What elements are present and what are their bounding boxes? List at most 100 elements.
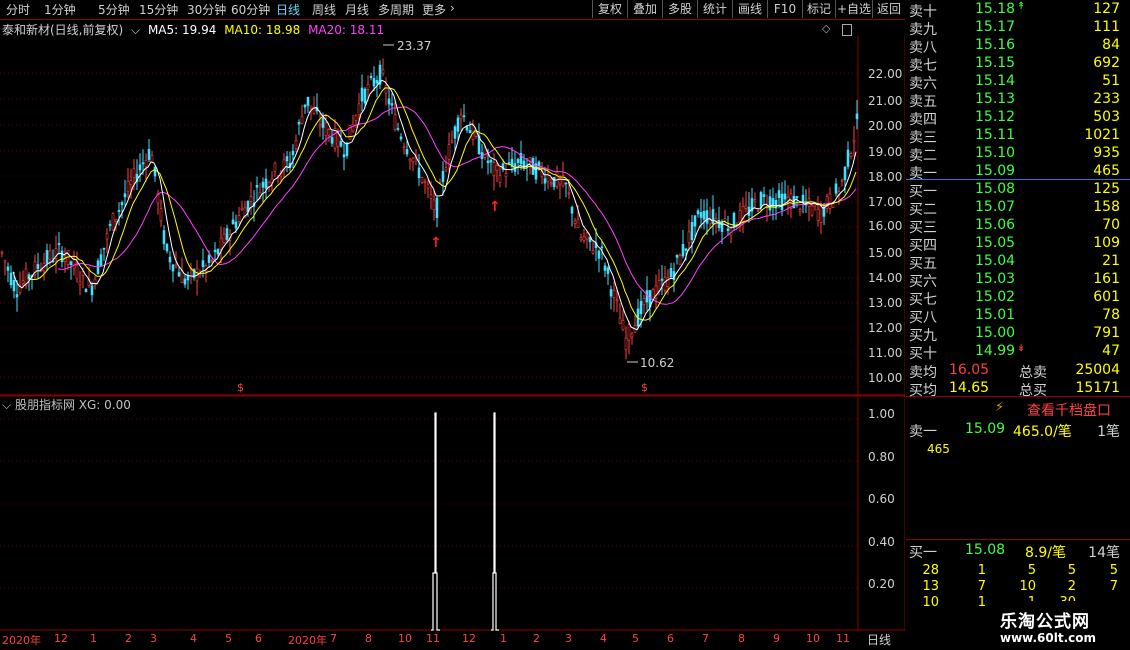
period-tab-more[interactable]: 更多 — [422, 1, 446, 18]
candle-body — [816, 208, 820, 221]
candle-body — [852, 139, 856, 143]
candle-body — [726, 228, 730, 231]
add-watchlist-button[interactable]: +自选 — [835, 0, 872, 18]
level-price: 15.18 — [975, 1, 1016, 17]
kline-chart[interactable]: 23.37 10.62 ↑ ↑ $ $ — [0, 36, 905, 631]
ask-row[interactable]: 卖四 15.12 503 — [909, 109, 1128, 128]
low-label: 10.62 — [640, 356, 674, 370]
f10-button[interactable]: F10 — [767, 0, 802, 18]
x-tick: 1 — [500, 632, 507, 645]
ask-row[interactable]: 卖六 15.14 51 — [909, 73, 1128, 92]
period-tab-multi[interactable]: 多周期 — [378, 1, 414, 18]
ask-row[interactable]: 卖九 15.17 111 — [909, 19, 1128, 38]
queue-cell: 5 — [1067, 563, 1076, 578]
mark-button[interactable]: 标记 — [802, 0, 835, 18]
price-tick: 12.00 — [868, 321, 903, 335]
candle-body — [699, 212, 703, 218]
ask-row[interactable]: 卖十 15.18 127 ↟ — [909, 1, 1128, 20]
candle-body — [333, 128, 337, 149]
candle-body — [372, 78, 376, 87]
period-tab-weekly[interactable]: 周线 — [312, 1, 336, 18]
fuquan-button[interactable]: 复权 — [592, 0, 627, 18]
candle-body — [117, 210, 121, 212]
candle-body — [369, 75, 373, 79]
back-button[interactable]: 返回 — [872, 0, 905, 18]
ask-row[interactable]: 卖三 15.11 1021 — [909, 127, 1128, 146]
candle-body — [237, 215, 241, 222]
candle-body — [174, 264, 178, 268]
bid-row[interactable]: 买九 15.00 791 — [909, 325, 1128, 344]
period-tab-15min[interactable]: 15分钟 — [139, 1, 178, 18]
bid-row[interactable]: 买七 15.02 601 — [909, 289, 1128, 308]
ma5-label: MA5: 19.94 — [147, 23, 217, 37]
indicator-title[interactable]: 股朋指标网 — [15, 398, 75, 412]
level-volume: 1021 — [1084, 127, 1120, 143]
period-tab-30min[interactable]: 30分钟 — [187, 1, 226, 18]
statistics-button[interactable]: 统计 — [697, 0, 732, 18]
period-tab-5min[interactable]: 5分钟 — [98, 1, 130, 18]
candle-body — [330, 137, 334, 144]
chevron-down-icon[interactable]: ⌵ — [131, 23, 140, 37]
candle-body — [123, 193, 127, 198]
multi-stock-button[interactable]: 多股 — [662, 0, 697, 18]
stock-name[interactable]: 泰和新材(日线,前复权) — [2, 23, 123, 37]
draw-line-button[interactable]: 画线 — [732, 0, 767, 18]
bid-row[interactable]: 买四 15.05 109 — [909, 235, 1128, 254]
candle-body — [384, 85, 388, 94]
period-tab-daily[interactable]: 日线 — [276, 1, 300, 18]
candle-body — [249, 196, 253, 202]
chevron-right-icon[interactable]: › — [450, 1, 455, 15]
level-price: 15.10 — [975, 145, 1016, 161]
diamond-icon[interactable]: ◇ — [822, 22, 830, 35]
candle-body — [144, 160, 148, 168]
overlay-button[interactable]: 叠加 — [627, 0, 662, 18]
candle-body — [456, 117, 460, 132]
total-sell: 25004 — [1075, 362, 1120, 378]
period-tab-monthly[interactable]: 月线 — [345, 1, 369, 18]
candle-body — [723, 218, 727, 222]
candle-body — [294, 140, 298, 150]
candle-body — [669, 267, 673, 278]
candle-body — [234, 221, 238, 229]
candle-body — [60, 250, 64, 263]
x-tick: 8 — [365, 632, 372, 645]
level-label: 卖二 — [909, 148, 937, 164]
candle-body — [132, 168, 136, 179]
x-tick: 2020年 — [288, 634, 327, 647]
ask-row[interactable]: 卖七 15.15 692 — [909, 55, 1128, 74]
ask-row[interactable]: 卖八 15.16 84 — [909, 37, 1128, 56]
level-volume: 78 — [1102, 307, 1120, 323]
period-tab-60min[interactable]: 60分钟 — [231, 1, 270, 18]
period-tab-分时[interactable]: 分时 — [6, 1, 30, 18]
avg-buy-row: 买均 14.65 总买 15171 — [909, 380, 1120, 399]
candle-body — [828, 193, 832, 209]
candle-body — [231, 219, 235, 225]
level-label: 卖七 — [909, 58, 937, 74]
bid-row[interactable]: 买十 14.99 47 ↡ — [909, 343, 1128, 362]
level-volume: 161 — [1093, 271, 1120, 287]
ask-row[interactable]: 卖五 15.13 233 — [909, 91, 1128, 110]
candle-body — [363, 88, 367, 104]
level-volume: 47 — [1102, 343, 1120, 359]
bid-row[interactable]: 买五 15.04 21 — [909, 253, 1128, 272]
chevron-down-icon[interactable]: ⌵ — [2, 398, 11, 412]
candle-body — [417, 167, 421, 179]
candle-body — [351, 123, 355, 132]
bid-row[interactable]: 买二 15.07 158 — [909, 199, 1128, 218]
bid-row[interactable]: 买一 15.08 125 — [909, 181, 1128, 200]
bid-row[interactable]: 买三 15.06 70 — [909, 217, 1128, 236]
candle-body — [240, 207, 244, 210]
candle-body — [660, 278, 664, 281]
period-tab-1min[interactable]: 1分钟 — [44, 1, 76, 18]
candle-body — [102, 247, 106, 250]
bid-row[interactable]: 买六 15.03 161 — [909, 271, 1128, 290]
candle-body — [522, 160, 526, 169]
candle-body — [387, 98, 391, 105]
ask-row[interactable]: 卖二 15.10 935 — [909, 145, 1128, 164]
bid-row[interactable]: 买八 15.01 78 — [909, 307, 1128, 326]
restore-icon[interactable] — [842, 24, 852, 36]
view-depth-button[interactable]: 查看千档盘口 — [1027, 400, 1111, 420]
candle-body — [114, 218, 118, 222]
candle-body — [810, 205, 814, 216]
price-tick: 20.00 — [868, 119, 903, 133]
